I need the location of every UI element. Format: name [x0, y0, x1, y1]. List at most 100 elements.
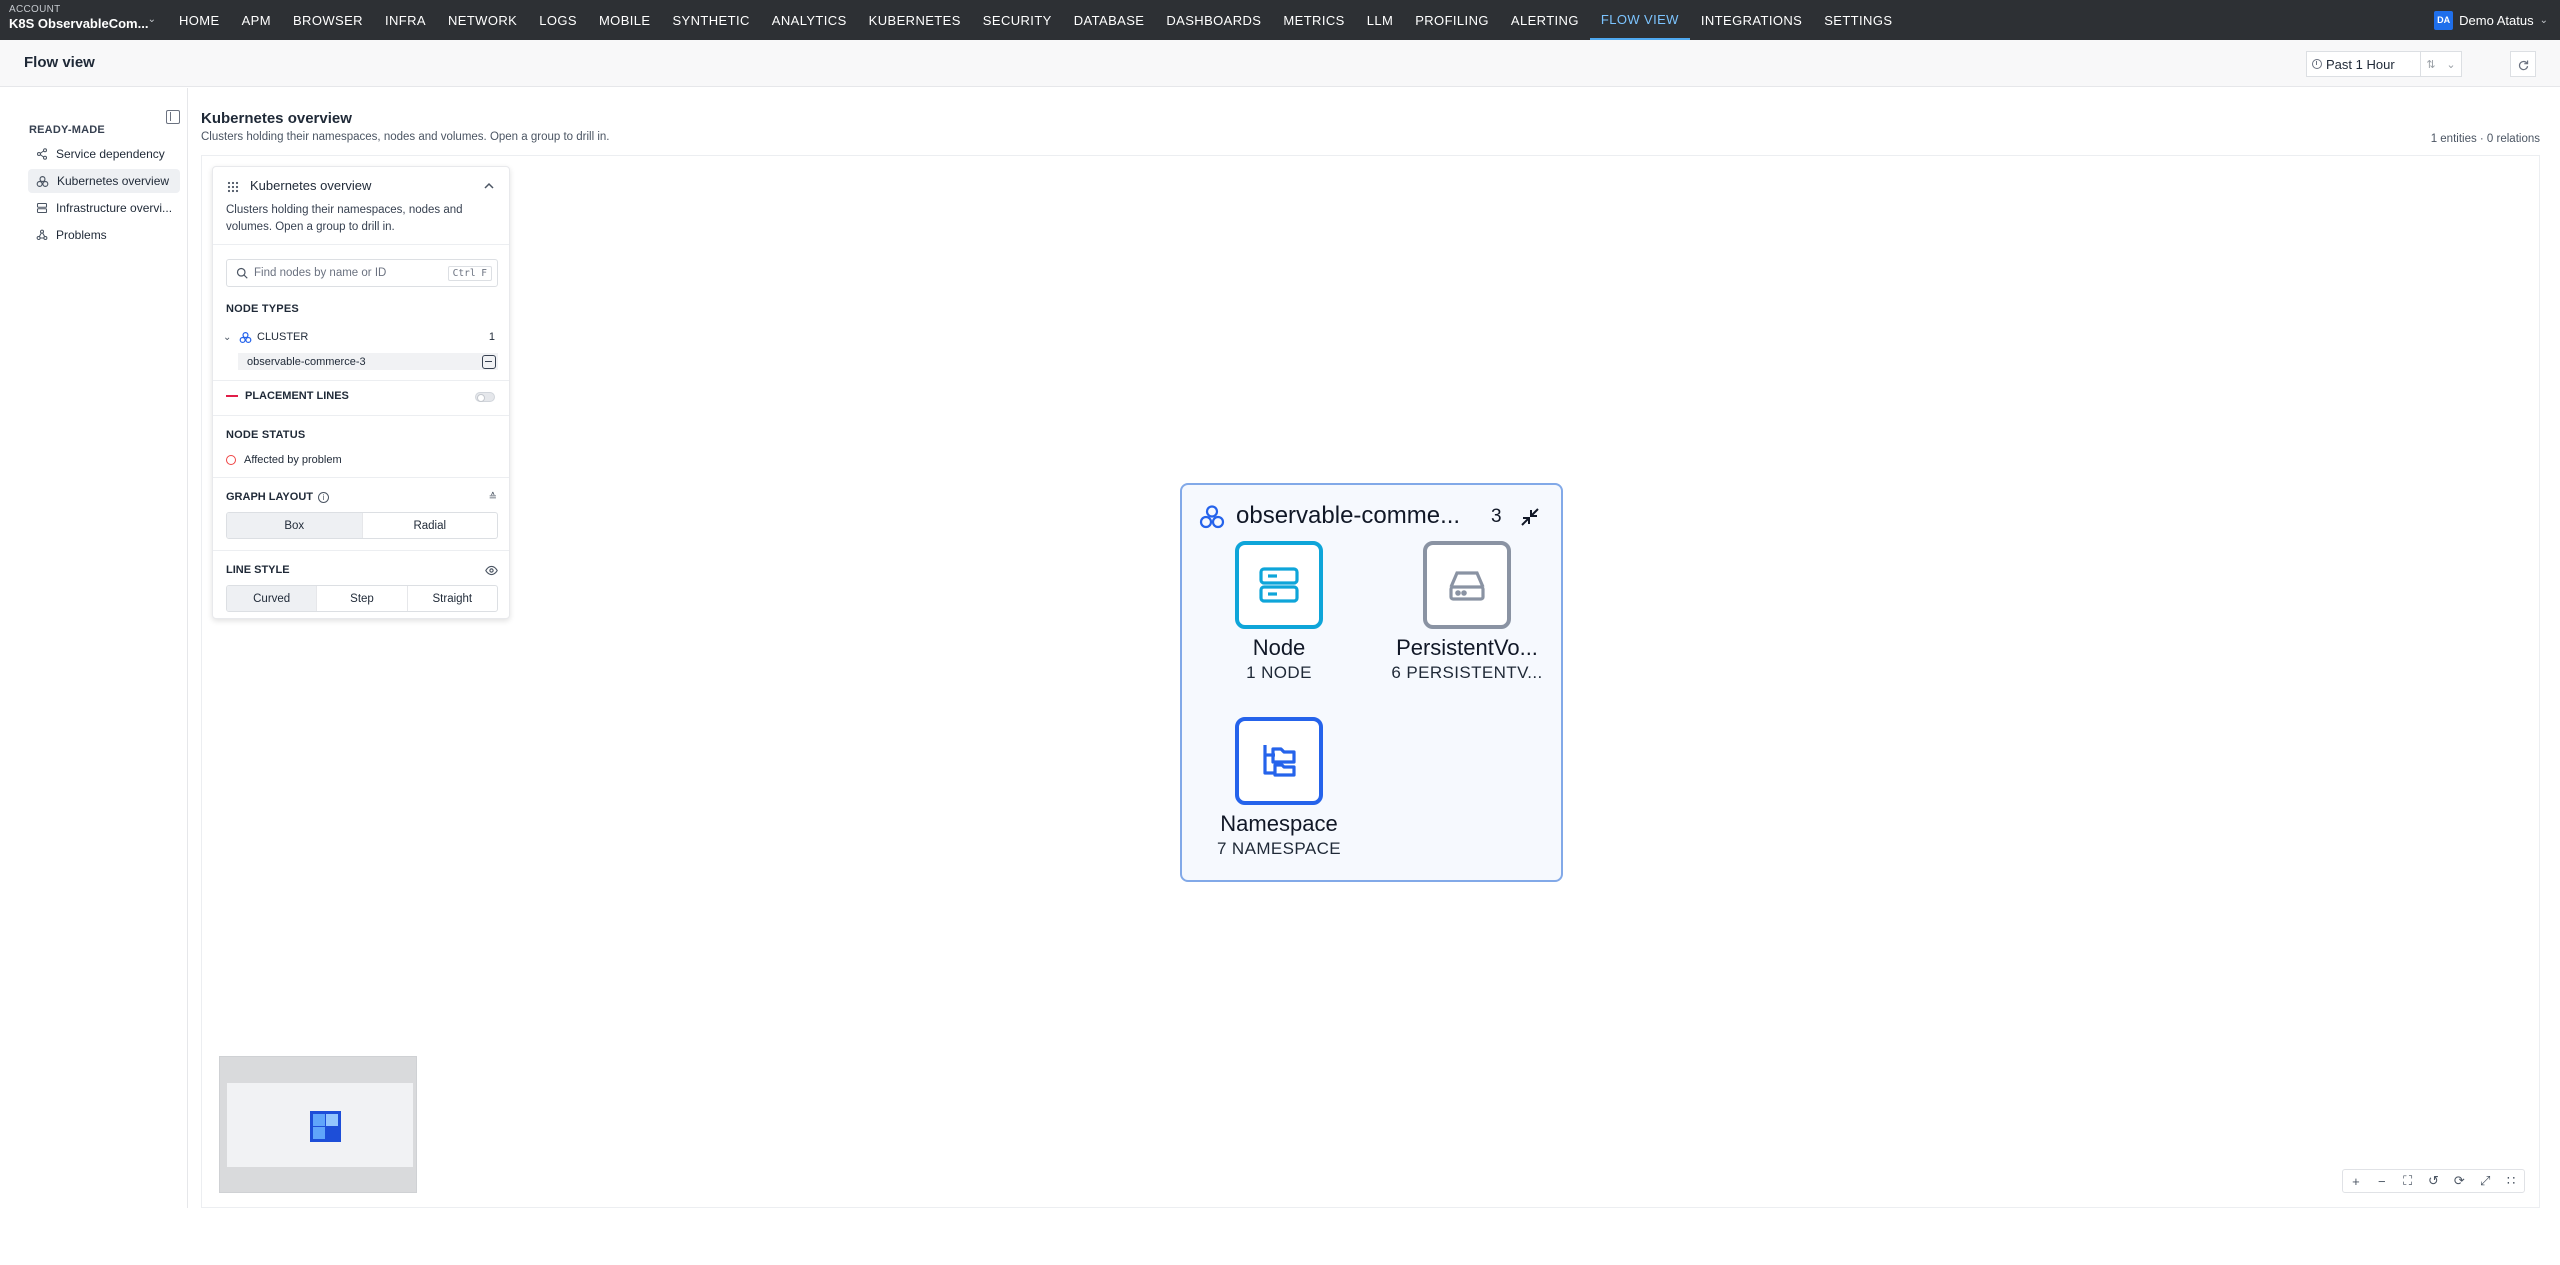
- nav-profiling[interactable]: PROFILING: [1404, 0, 1500, 40]
- cluster-title: observable-comme...: [1236, 502, 1461, 529]
- share-nodes-icon: [36, 148, 48, 160]
- nav-flow-view[interactable]: FLOW VIEW: [1589, 0, 1690, 40]
- node-group-count: 7 NAMESPACE: [1216, 839, 1342, 858]
- sidebar-item-problems[interactable]: Problems: [28, 223, 180, 247]
- cluster-group-card[interactable]: observable-comme... 3 Node 1 NODE Persis…: [1180, 483, 1563, 882]
- page-header: Flow view Past 1 Hour ⇅ ⌄: [0, 40, 2560, 87]
- sidebar-section-title: READY-MADE: [29, 124, 105, 136]
- node-group-namespace[interactable]: Namespace 7 NAMESPACE: [1194, 717, 1364, 859]
- collapse-section-icon[interactable]: ≙: [489, 492, 497, 503]
- nav-synthetic[interactable]: SYNTHETIC: [661, 0, 760, 40]
- nav-database[interactable]: DATABASE: [1063, 0, 1156, 40]
- line-curved-option[interactable]: Curved: [227, 586, 318, 611]
- chevron-down-icon: ⌄: [2539, 14, 2548, 26]
- nav-integrations[interactable]: INTEGRATIONS: [1690, 0, 1813, 40]
- cluster-item-label: observable-commerce-3: [247, 355, 366, 368]
- expand-button[interactable]: ⤢: [2472, 1170, 2498, 1192]
- chevron-up-icon[interactable]: [483, 180, 495, 192]
- clock-icon: [2312, 59, 2322, 69]
- node-group-node[interactable]: Node 1 NODE: [1194, 541, 1364, 683]
- refresh-icon: [2518, 59, 2528, 70]
- nav-network[interactable]: NETWORK: [437, 0, 528, 40]
- nav-security[interactable]: SECURITY: [972, 0, 1063, 40]
- nav-alerting[interactable]: ALERTING: [1500, 0, 1590, 40]
- layout-box-option[interactable]: Box: [227, 513, 363, 538]
- node-group-persistent-volume[interactable]: PersistentVo... 6 PERSISTENTV...: [1382, 541, 1552, 683]
- placement-lines-toggle[interactable]: [475, 392, 495, 402]
- red-line-icon: [226, 395, 238, 397]
- cluster-icon: [239, 331, 252, 343]
- grid-toggle-button[interactable]: ∷: [2498, 1170, 2524, 1192]
- chevron-down-icon[interactable]: ⌄: [223, 332, 237, 343]
- hard-drive-icon: [1449, 571, 1485, 601]
- line-style-switch: Curved Step Straight: [226, 585, 498, 612]
- sidebar-item-kubernetes-overview[interactable]: Kubernetes overview: [28, 169, 180, 193]
- node-group-count: 6 PERSISTENTV...: [1391, 663, 1543, 682]
- nav-llm[interactable]: LLM: [1356, 0, 1405, 40]
- page-title: Flow view: [24, 54, 95, 71]
- node-status-heading: NODE STATUS: [226, 429, 306, 441]
- minus-box-icon[interactable]: [482, 354, 496, 369]
- account-name: K8S ObservableCom...: [9, 16, 149, 31]
- line-style-heading: LINE STYLE: [226, 564, 290, 576]
- pin-icon[interactable]: ⇅: [2421, 52, 2441, 76]
- node-group-name: PersistentVo...: [1396, 635, 1538, 660]
- node-types-heading: NODE TYPES: [226, 303, 299, 315]
- top-navigation: ACCOUNT K8S ObservableCom... ⌄ HOME APM …: [0, 0, 2560, 40]
- collapse-sidebar-icon[interactable]: [166, 110, 180, 124]
- sidebar-item-label: Service dependency: [56, 147, 165, 161]
- time-range-picker[interactable]: Past 1 Hour ⇅ ⌄: [2306, 51, 2462, 77]
- nav-kubernetes[interactable]: KUBERNETES: [858, 0, 972, 40]
- nav-browser[interactable]: BROWSER: [282, 0, 374, 40]
- user-menu[interactable]: DA Demo Atatus ⌄: [2434, 0, 2560, 40]
- zoom-in-button[interactable]: +: [2343, 1170, 2369, 1192]
- line-step-option[interactable]: Step: [317, 586, 408, 611]
- fit-view-button[interactable]: ⛶: [2395, 1170, 2421, 1192]
- layout-radial-option[interactable]: Radial: [363, 513, 498, 538]
- cluster-type-count: 1: [488, 331, 495, 343]
- affected-filter[interactable]: Affected by problem: [226, 451, 498, 469]
- line-style-row: LINE STYLE: [226, 561, 498, 579]
- nav-mobile[interactable]: MOBILE: [588, 0, 662, 40]
- line-straight-option[interactable]: Straight: [408, 586, 497, 611]
- minimap-viewport: [227, 1083, 413, 1167]
- chevron-down-icon: ⌄: [147, 14, 156, 25]
- reset-button[interactable]: ↺: [2421, 1170, 2447, 1192]
- eye-icon[interactable]: [485, 564, 498, 577]
- account-switcher[interactable]: ACCOUNT K8S ObservableCom... ⌄: [0, 0, 168, 40]
- view-title: Kubernetes overview: [201, 110, 352, 127]
- cluster-child-count: 3: [1491, 506, 1502, 527]
- nav-apm[interactable]: APM: [231, 0, 282, 40]
- refresh-layout-button[interactable]: ⟳: [2446, 1170, 2472, 1192]
- left-sidebar: READY-MADE Service dependency Kubernetes…: [0, 88, 188, 1208]
- cluster-type-row[interactable]: ⌄ CLUSTER 1: [223, 328, 495, 346]
- nav-dashboards[interactable]: DASHBOARDS: [1155, 0, 1272, 40]
- grid-dots-icon: [227, 181, 239, 193]
- nav-metrics[interactable]: METRICS: [1272, 0, 1355, 40]
- cluster-item-row[interactable]: observable-commerce-3: [238, 353, 498, 370]
- sidebar-item-service-dependency[interactable]: Service dependency: [28, 142, 180, 166]
- search-input[interactable]: [254, 267, 448, 279]
- graph-layout-heading: GRAPH LAYOUT: [226, 491, 313, 503]
- cluster-icon: [36, 175, 49, 187]
- chevron-down-icon[interactable]: ⌄: [2441, 52, 2461, 76]
- sidebar-item-infrastructure-overview[interactable]: Infrastructure overvi...: [28, 196, 180, 220]
- nav-infra[interactable]: INFRA: [374, 0, 437, 40]
- info-icon[interactable]: i: [318, 491, 329, 503]
- collapse-arrows-icon[interactable]: [1518, 505, 1542, 529]
- zoom-out-button[interactable]: −: [2369, 1170, 2395, 1192]
- node-group-name: Namespace: [1220, 811, 1338, 836]
- avatar: DA: [2434, 10, 2454, 30]
- minimap[interactable]: [219, 1056, 417, 1193]
- nav-home[interactable]: HOME: [168, 0, 231, 40]
- namespace-icon: [1263, 745, 1296, 777]
- search-icon: [236, 267, 248, 279]
- graph-layout-row: GRAPH LAYOUT i ≙: [226, 488, 498, 506]
- affected-label: Affected by problem: [244, 454, 342, 466]
- cluster-icon: [1199, 505, 1225, 529]
- refresh-button[interactable]: [2510, 51, 2536, 77]
- nav-analytics[interactable]: ANALYTICS: [761, 0, 858, 40]
- nav-settings[interactable]: SETTINGS: [1813, 0, 1903, 40]
- node-group-count: 1 NODE: [1246, 663, 1312, 682]
- nav-logs[interactable]: LOGS: [528, 0, 588, 40]
